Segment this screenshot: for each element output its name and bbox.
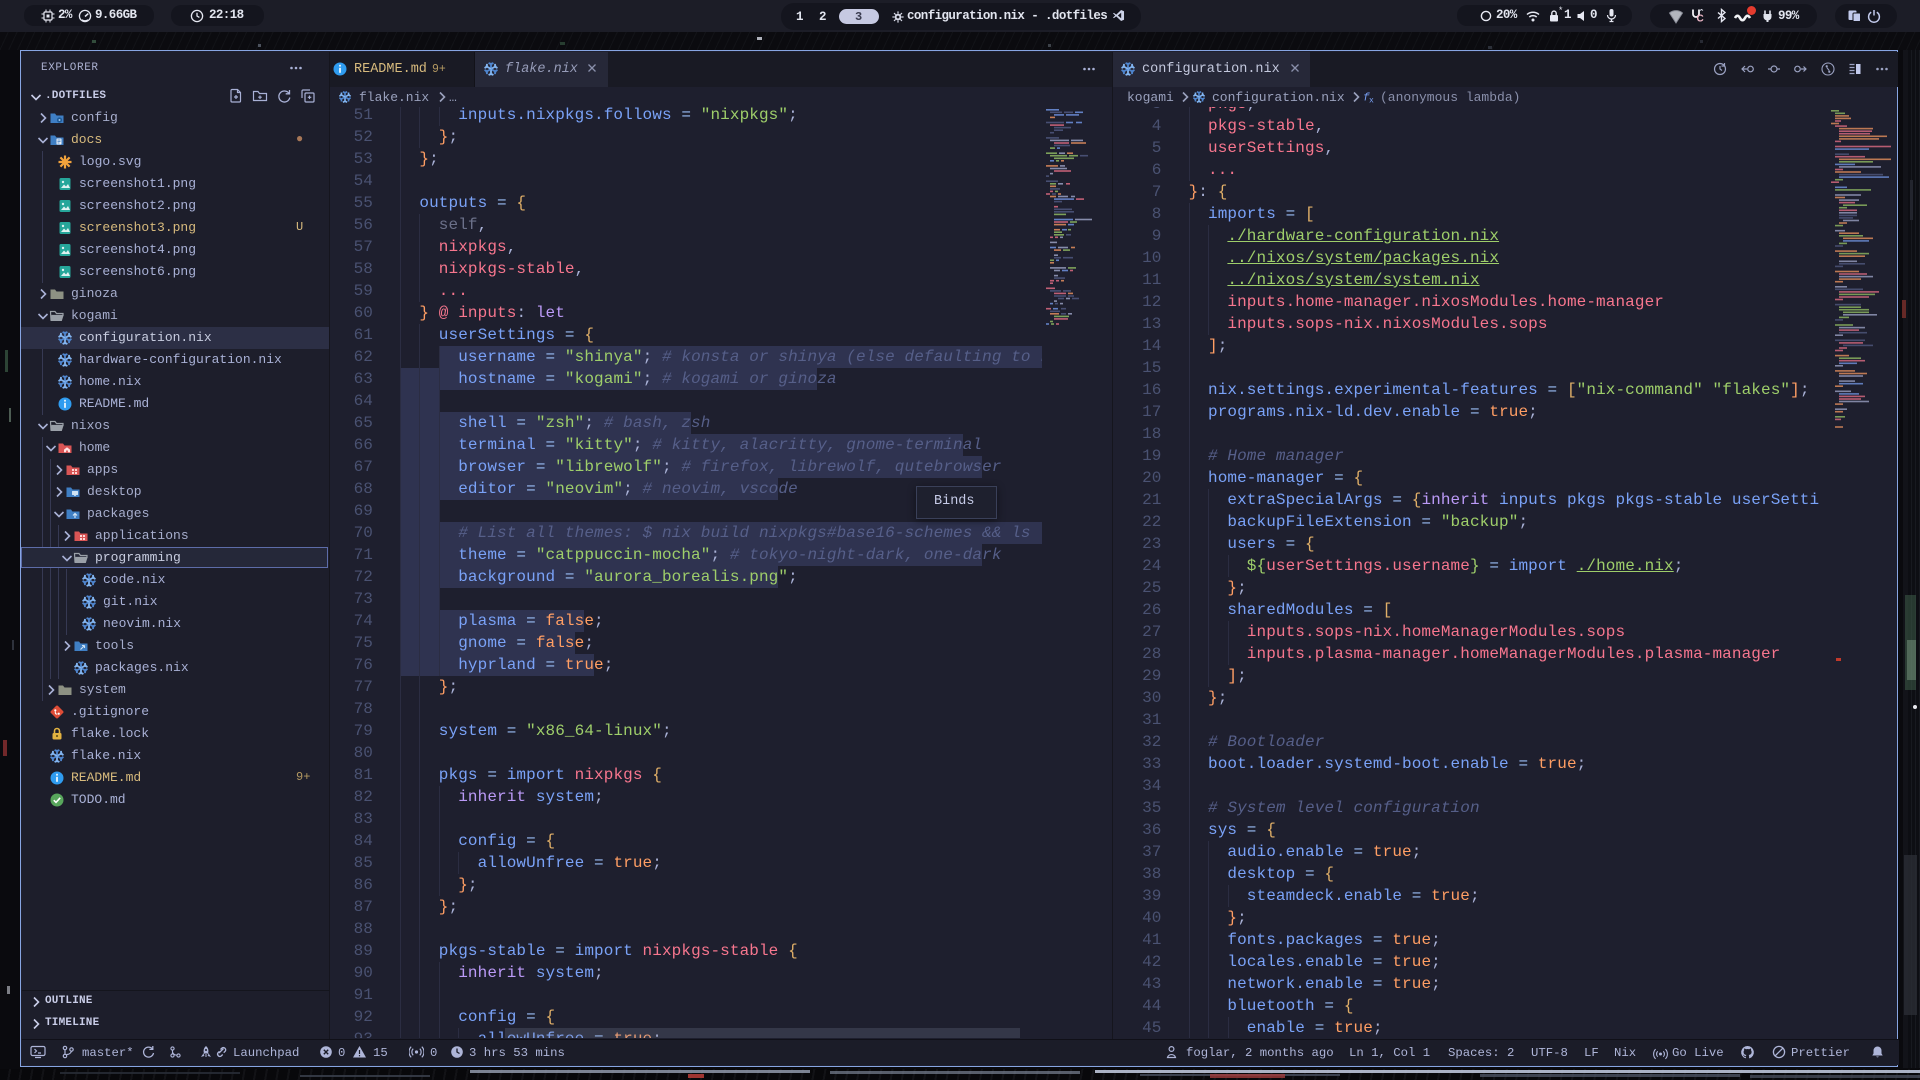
- svg-text:x: x: [1369, 97, 1374, 106]
- svg-text:C: C: [1697, 14, 1704, 24]
